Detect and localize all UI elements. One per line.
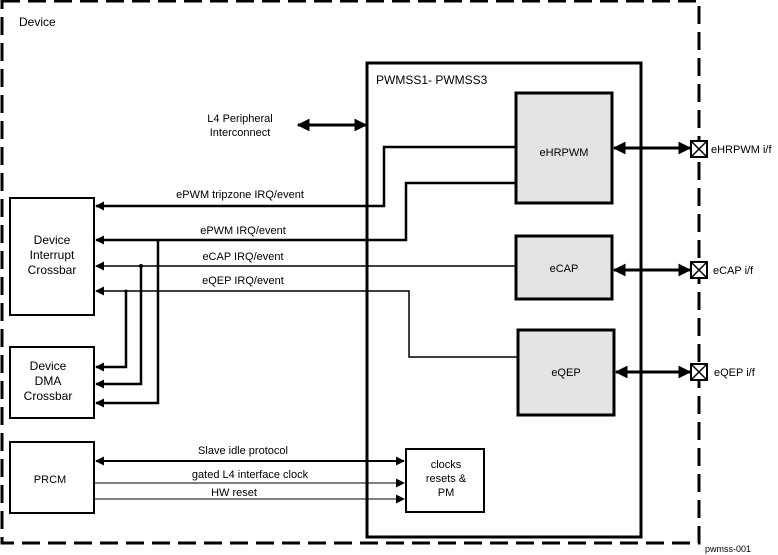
ehrpwm-pad-icon [690,140,708,158]
clocks-label-line3: PM [438,487,455,499]
figure-id: pwmss-001 [705,544,751,554]
eqep-branch-dot [124,289,128,293]
gated-clock-label: gated L4 interface clock [192,469,309,481]
dma-crossbar-line2: DMA [35,374,62,388]
eqep-irq-label: eQEP IRQ/event [202,275,284,287]
ehrpwm-if-label: eHRPWM i/f [711,144,772,156]
eqep-dma-branch [95,291,128,372]
interrupt-crossbar-line2: Interrupt [30,248,75,262]
dma-crossbar-line3: Crossbar [24,389,73,403]
ecap-label: eCAP [550,263,579,275]
epwm-tripzone-label: ePWM tripzone IRQ/event [176,189,304,201]
interrupt-crossbar-line3: Crossbar [28,263,77,277]
hw-reset-label: HW reset [211,487,257,499]
pwmss-block-diagram: Device PWMSS1- PWMSS3 L4 Peripheral Inte… [0,0,772,554]
dma-crossbar-line1: Device [30,359,67,373]
prcm-label: PRCM [34,474,66,486]
eqep-pad-icon [690,363,708,381]
eqep-label: eQEP [551,367,580,379]
clocks-label-line2: resets & [426,473,467,485]
eqep-if-label: eQEP i/f [714,367,756,379]
ehrpwm-label: eHRPWM [540,147,589,159]
interconnect-label-line2: Interconnect [210,127,271,139]
device-title: Device [19,15,56,29]
pwmss-subsystem-title: PWMSS1- PWMSS3 [376,73,488,87]
ecap-branch-dot [139,264,143,268]
slave-idle-label: Slave idle protocol [198,445,288,457]
clocks-label-line1: clocks [431,459,462,471]
ecap-if-label: eCAP i/f [713,265,754,277]
ecap-pad-icon [690,261,708,279]
interconnect-label-line1: L4 Peripheral [207,113,272,125]
ecap-irq-label: eCAP IRQ/event [202,251,283,263]
epwm-irq-label: ePWM IRQ/event [200,225,286,237]
interrupt-crossbar-line1: Device [34,233,71,247]
